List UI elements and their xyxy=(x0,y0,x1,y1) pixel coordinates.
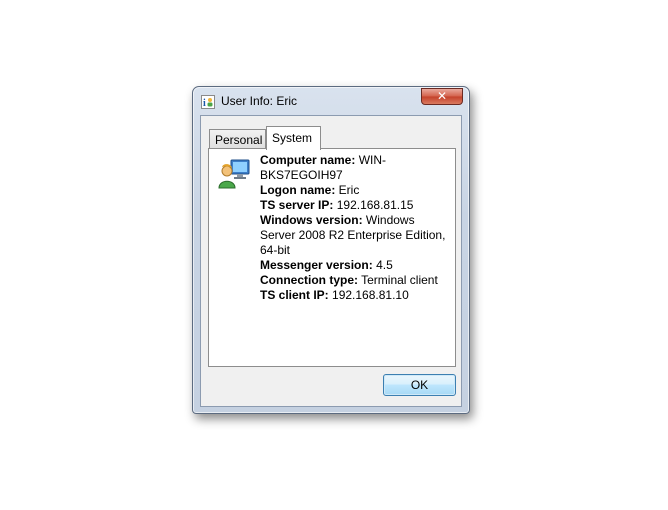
info-row-ts-server-ip: TS server IP: 192.168.81.15 xyxy=(260,198,414,212)
close-button[interactable]: ✕ xyxy=(421,88,463,105)
info-row-logon-name: Logon name: Eric xyxy=(260,183,360,197)
info-row-connection-type: Connection type: Terminal client xyxy=(260,273,438,287)
window-title: User Info: Eric xyxy=(221,94,298,108)
svg-text:i: i xyxy=(203,98,206,109)
ok-button[interactable]: OK xyxy=(383,374,456,396)
user-info-dialog: i User Info: Eric ✕ Personal System Comp… xyxy=(192,86,470,414)
close-icon: ✕ xyxy=(436,89,448,103)
info-row-messenger-version: Messenger version: 4.5 xyxy=(260,258,393,272)
title-bar[interactable]: i User Info: Eric ✕ xyxy=(193,87,469,115)
info-row-computer-name: Computer name: WIN-BKS7EGOIH97 xyxy=(260,153,387,182)
system-tab-panel: Computer name: WIN-BKS7EGOIH97 Logon nam… xyxy=(208,148,456,367)
info-row-ts-client-ip: TS client IP: 192.168.81.10 xyxy=(260,288,409,302)
tab-system[interactable]: System xyxy=(266,126,321,150)
info-row-windows-version: Windows version: Windows Server 2008 R2 … xyxy=(260,213,446,257)
system-info-list: Computer name: WIN-BKS7EGOIH97 Logon nam… xyxy=(260,153,452,303)
tab-personal[interactable]: Personal xyxy=(209,129,266,150)
dialog-client-area: Personal System Computer name: WIN-BKS7E… xyxy=(200,115,462,407)
user-info-icon: i xyxy=(201,95,215,109)
user-computer-icon xyxy=(218,157,252,191)
